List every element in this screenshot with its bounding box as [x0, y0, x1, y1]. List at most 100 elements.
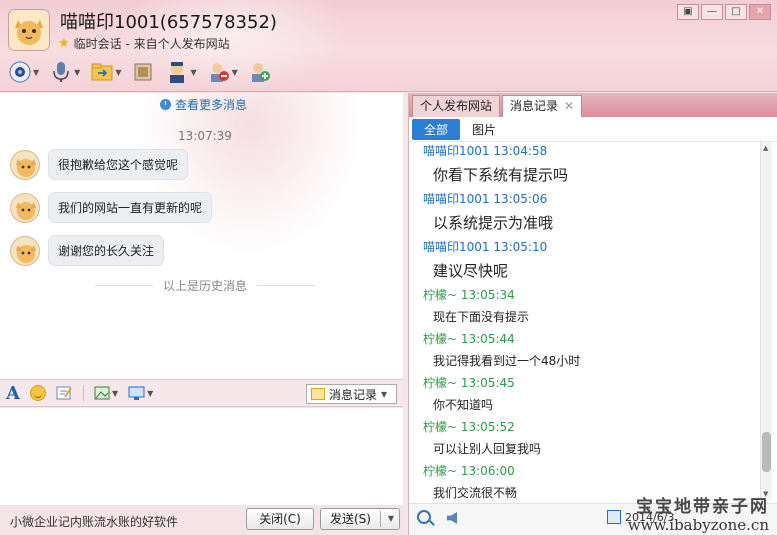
chevron-down-icon[interactable]: ▼	[190, 68, 196, 77]
image-button[interactable]: ▼	[94, 386, 118, 400]
chat-message: 很抱歉给您这个感觉呢	[10, 149, 189, 180]
chevron-down-icon[interactable]: ▼	[33, 68, 39, 77]
close-window-button[interactable]: ✕	[749, 4, 771, 20]
chat-toolbar: ▼ ▼ ▼ ▼ ▼	[8, 60, 272, 84]
chevron-down-icon[interactable]: ▼	[115, 68, 121, 77]
microphone-icon	[53, 62, 69, 82]
history-entry-sender: 柠檬~ 13:05:52	[423, 420, 515, 434]
star-icon: ★	[58, 36, 70, 51]
send-button[interactable]: 发送(S) ▼	[320, 508, 400, 530]
view-more-messages-link[interactable]: 查看更多消息	[160, 96, 247, 113]
history-entry-text: 你不知道吗	[433, 398, 494, 412]
bottom-bar: 小微企业记内账流水账的好软件 关闭(C) 发送(S) ▼	[0, 505, 406, 535]
contact-title: 喵喵印1001(657578352)	[60, 12, 277, 33]
watermark: 宝宝地带亲子网 www.ibabyzone.cn	[628, 498, 769, 533]
remote-assist-button[interactable]: ▼	[165, 60, 197, 84]
add-friend-icon	[251, 63, 270, 82]
file-transfer-button[interactable]: ▼	[90, 60, 121, 84]
history-entry-sender: 柠檬~ 13:06:00	[423, 464, 515, 478]
contact-avatar-small[interactable]	[10, 235, 40, 266]
divider-line	[95, 285, 153, 286]
block-user-icon	[210, 63, 229, 82]
monitor-icon	[128, 386, 145, 400]
filter-all[interactable]: 全部	[412, 118, 461, 140]
message-bubble: 很抱歉给您这个感觉呢	[48, 149, 189, 180]
chevron-down-icon[interactable]: ▼	[388, 509, 394, 529]
scrollbar-thumb[interactable]	[762, 432, 771, 472]
history-entry-sender: 喵喵印1001 13:05:06	[423, 192, 548, 206]
emoji-icon[interactable]	[29, 385, 46, 401]
search-icon[interactable]	[417, 510, 431, 524]
cat-avatar-icon	[16, 201, 36, 220]
window-controls: ▣ — □ ✕	[677, 4, 771, 20]
font-icon[interactable]: A	[6, 383, 20, 404]
maximize-button[interactable]: □	[725, 4, 747, 20]
speaker-icon[interactable]	[447, 512, 457, 524]
chevron-down-icon[interactable]: ▼	[232, 68, 238, 77]
view-more-messages-label: 查看更多消息	[175, 98, 248, 112]
contact-avatar-small[interactable]	[10, 192, 40, 223]
video-camera-icon	[9, 61, 31, 83]
message-input[interactable]	[0, 408, 403, 505]
divider-line	[257, 285, 316, 286]
voice-call-button[interactable]: ▼	[49, 60, 80, 84]
video-call-button[interactable]: ▼	[8, 60, 39, 84]
tab-message-history-label: 消息记录	[510, 99, 559, 113]
screen-share-button[interactable]	[131, 60, 155, 84]
tab-personal-site[interactable]: 个人发布网站	[412, 95, 501, 117]
add-friend-button[interactable]	[248, 60, 272, 84]
history-entry-sender: 喵喵印1001 13:05:10	[423, 240, 548, 254]
history-label: 以上是历史消息	[163, 279, 248, 293]
history-icon	[311, 388, 325, 400]
message-history-button[interactable]: 消息记录 ▼	[306, 384, 397, 404]
message-history-panel: 个人发布网站 消息记录 ✕ 全部 图片 喵喵印1001 13:04:58 你看下系…	[408, 93, 777, 535]
note-icon[interactable]	[56, 385, 73, 401]
close-button[interactable]: 关闭(C)	[246, 508, 314, 530]
message-timestamp: 13:07:39	[178, 129, 232, 143]
filter-images[interactable]: 图片	[460, 119, 508, 140]
chevron-down-icon[interactable]: ▼	[112, 389, 118, 398]
contact-avatar-small[interactable]	[10, 149, 40, 180]
history-entry-sender: 柠檬~ 13:05:44	[423, 332, 515, 346]
chevron-down-icon[interactable]: ▼	[74, 68, 80, 77]
watermark-url: www.ibabyzone.cn	[627, 515, 769, 534]
message-bubble: 我们的网站一直有更新的呢	[48, 192, 213, 223]
history-entry-text: 可以让别人回复我吗	[433, 442, 542, 456]
history-entry-text: 以系统提示为准哦	[433, 214, 554, 232]
history-scrollbar[interactable]: ▲ ▼	[760, 142, 772, 500]
minimize-button[interactable]: —	[701, 4, 723, 20]
clock-icon	[160, 99, 171, 110]
ad-link[interactable]: 小微企业记内账流水账的好软件	[10, 513, 178, 530]
send-label: 发送(S)	[330, 512, 371, 526]
chat-message-area[interactable]: 查看更多消息 13:07:39 很抱歉给您这个感觉呢 我们的网站一直有更新的呢 …	[0, 93, 403, 379]
message-history-label: 消息记录	[329, 387, 378, 402]
history-entry-text: 现在下面没有提示	[433, 310, 530, 324]
scroll-up-icon[interactable]: ▲	[763, 144, 768, 152]
calendar-icon[interactable]	[607, 510, 621, 524]
button-divider	[380, 511, 381, 527]
session-subtitle: ★ 临时会话 - 来自个人发布网站	[58, 35, 230, 52]
chevron-down-icon[interactable]: ▼	[381, 390, 387, 399]
screenshot-button[interactable]: ▼	[128, 386, 153, 401]
panel-tabs: 个人发布网站 消息记录 ✕	[409, 93, 777, 117]
remote-assist-icon	[170, 62, 185, 83]
chevron-down-icon[interactable]: ▼	[147, 389, 153, 398]
history-entry-sender: 柠檬~ 13:05:45	[423, 376, 515, 390]
history-entry-text: 我记得我看到过一个48小时	[433, 354, 581, 368]
history-entry-text: 你看下系统有提示吗	[433, 166, 569, 184]
tab-message-history[interactable]: 消息记录 ✕	[502, 95, 583, 117]
close-icon[interactable]: ✕	[564, 96, 574, 117]
image-icon	[94, 386, 110, 400]
screen-share-icon	[134, 63, 152, 81]
toolbar-divider	[82, 385, 84, 401]
block-user-button[interactable]: ▼	[207, 60, 238, 84]
history-log[interactable]: 喵喵印1001 13:04:58 你看下系统有提示吗喵喵印1001 13:05:0…	[409, 142, 761, 500]
restore-button[interactable]: ▣	[677, 4, 699, 20]
cat-avatar-icon	[9, 10, 49, 50]
cat-avatar-icon	[16, 244, 36, 263]
history-entry-sender: 柠檬~ 13:05:34	[423, 288, 515, 302]
chat-header: 喵喵印1001(657578352) ★ 临时会话 - 来自个人发布网站 ▣ —…	[0, 0, 777, 92]
contact-avatar[interactable]	[8, 9, 50, 51]
cat-avatar-icon	[16, 158, 36, 177]
history-entry-sender: 喵喵印1001 13:04:58	[423, 144, 548, 158]
